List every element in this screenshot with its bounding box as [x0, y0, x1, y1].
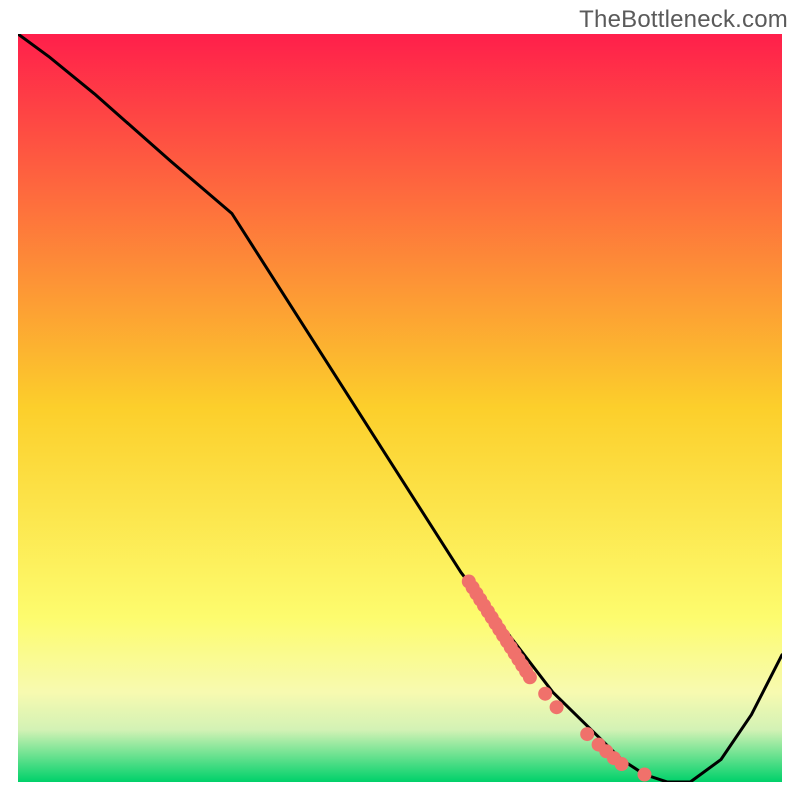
- chart-svg: [18, 34, 782, 782]
- plot-area: [18, 34, 782, 782]
- watermark-text: TheBottleneck.com: [579, 6, 788, 34]
- chart-background: [18, 34, 782, 782]
- point-highlight-cluster: [580, 727, 594, 741]
- point-highlight-cluster: [638, 768, 652, 782]
- point-highlight-cluster: [615, 757, 629, 771]
- chart-container: TheBottleneck.com: [0, 0, 800, 800]
- point-highlight-cluster: [523, 670, 537, 684]
- point-highlight-cluster: [538, 687, 552, 701]
- point-highlight-cluster: [550, 700, 564, 714]
